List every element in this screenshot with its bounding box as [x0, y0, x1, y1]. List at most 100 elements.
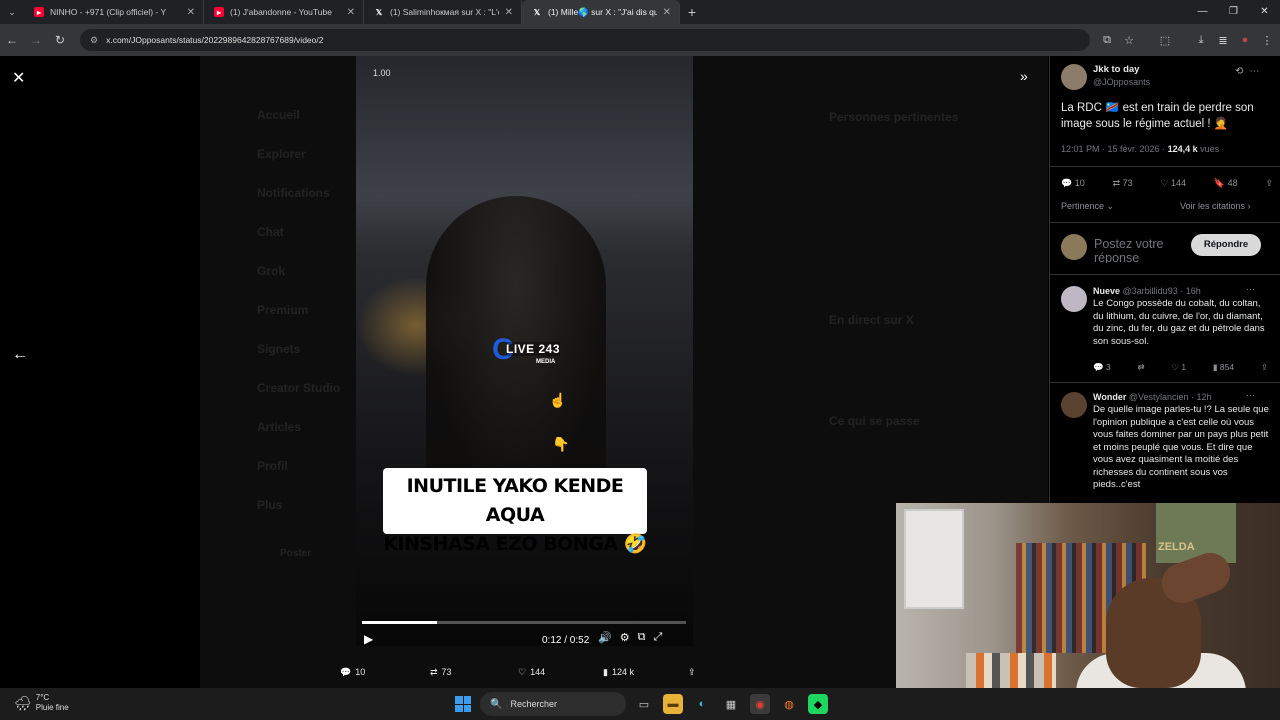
- view-quotes-link[interactable]: Voir les citations ›: [1180, 201, 1251, 211]
- bookmark-star-icon[interactable]: ☆: [1118, 34, 1140, 47]
- avatar[interactable]: [1061, 286, 1087, 312]
- menu-dots-icon[interactable]: ⋮: [1256, 34, 1278, 47]
- logo-text: LIVE 243: [506, 342, 561, 356]
- ghost-nav-item: Explorer: [257, 147, 306, 161]
- video-caption: INUTILE YAKO KENDE AQUA KINSHASA EZO BON…: [383, 468, 647, 555]
- play-icon[interactable]: ▶: [364, 632, 373, 646]
- close-window-icon[interactable]: ✕: [1249, 0, 1280, 24]
- back-icon[interactable]: ←: [0, 33, 24, 47]
- avatar[interactable]: [1061, 64, 1087, 90]
- reply-author-handle[interactable]: @3arbillidu93 · 16h: [1123, 286, 1201, 296]
- close-tab-icon[interactable]: ✕: [347, 7, 355, 18]
- author-name[interactable]: Jkk to day: [1093, 64, 1150, 75]
- youtube-icon: ▸: [34, 7, 44, 17]
- reply-author-handle[interactable]: @Vestylancien · 12h: [1129, 392, 1212, 402]
- more-dots-icon[interactable]: ⋯: [1246, 390, 1255, 401]
- reload-icon[interactable]: ↻: [48, 33, 72, 47]
- reply-author-name[interactable]: Nueve: [1093, 286, 1120, 296]
- comment-icon: 💬: [340, 666, 352, 677]
- video-progress-bar[interactable]: [362, 621, 686, 624]
- views-stat[interactable]: ▮ 854: [1213, 362, 1234, 373]
- reply-input[interactable]: Postez votre réponse: [1094, 237, 1194, 263]
- browser-tab-active[interactable]: 𝕏 (1) Mille🌎 sur X : "J'ai dis que ✕: [522, 0, 680, 24]
- share-action[interactable]: ⇪: [688, 664, 696, 680]
- maximize-icon[interactable]: ❐: [1218, 0, 1249, 24]
- file-explorer-icon[interactable]: ▬: [663, 694, 683, 714]
- like-action[interactable]: ♡ 144: [518, 664, 603, 680]
- more-dots-icon[interactable]: ⋯: [1249, 66, 1265, 77]
- video-player[interactable]: 1.00 C LIVE 243 MEDIA ☝ 👇 INUTILE YAKO K…: [356, 56, 693, 646]
- install-app-icon[interactable]: ⧉: [1096, 34, 1118, 47]
- profile-avatar[interactable]: ●: [1234, 34, 1256, 46]
- windows-start-icon[interactable]: [455, 696, 471, 712]
- divider: [1050, 382, 1280, 383]
- repost-stat[interactable]: ⇄: [1137, 362, 1144, 373]
- task-view-icon[interactable]: ▭: [634, 694, 654, 714]
- reply-stat[interactable]: 💬 10: [1061, 178, 1085, 189]
- reply-stat[interactable]: 💬 3: [1093, 362, 1111, 373]
- caption-line: INUTILE YAKO KENDE AQUA: [406, 475, 624, 526]
- ghost-nav-item: Chat: [257, 225, 284, 239]
- webcam-window: [904, 509, 964, 609]
- avatar[interactable]: [1061, 392, 1087, 418]
- forward-icon[interactable]: →: [24, 33, 48, 47]
- new-tab-button[interactable]: +: [680, 4, 704, 20]
- settings-icon[interactable]: ⚙: [620, 631, 630, 644]
- browser-tab[interactable]: ▸ (1) J'abandonne - YouTube ✕: [204, 0, 364, 24]
- browser-tab[interactable]: 𝕏 (1) Saliminhокмая sur X : "L'exi ✕: [364, 0, 522, 24]
- bookmark-count: 48: [1227, 178, 1238, 188]
- taskbar-search[interactable]: 🔍 Rechercher: [480, 692, 626, 716]
- picture-in-picture-icon[interactable]: ⧉: [638, 631, 646, 644]
- extensions-icon[interactable]: ⬚: [1154, 34, 1176, 47]
- fullscreen-icon[interactable]: ⤢: [653, 631, 662, 644]
- reply-tweet[interactable]: Nueve @3arbillidu93 · 16h ⋯ Le Congo pos…: [1061, 284, 1273, 376]
- ghost-nav-item: Creator Studio: [257, 381, 341, 395]
- reply-tweet[interactable]: Wonder @Vestylancien · 12h ⋯ De quelle i…: [1061, 390, 1273, 502]
- edge-icon[interactable]: ◐: [692, 694, 712, 714]
- share-icon[interactable]: ⇪: [1265, 178, 1273, 189]
- previous-media-icon[interactable]: ←: [12, 346, 28, 364]
- tweet-author[interactable]: Jkk to day @JOpposants: [1061, 64, 1150, 90]
- share-icon[interactable]: ⇪: [1261, 362, 1268, 373]
- volume-icon[interactable]: 🔊: [598, 631, 612, 644]
- firefox-icon[interactable]: ◍: [779, 694, 799, 714]
- close-tab-icon[interactable]: ✕: [663, 7, 671, 18]
- views-count: 854: [1219, 362, 1235, 372]
- bookmark-stat[interactable]: 🔖 48: [1214, 178, 1238, 189]
- chrome-icon[interactable]: ◉: [750, 694, 770, 714]
- repost-stat[interactable]: ⇄ 73: [1113, 178, 1133, 189]
- weather-widget[interactable]: 🌧 7°C Pluie fine: [14, 693, 69, 713]
- reading-list-icon[interactable]: ≣: [1212, 34, 1234, 47]
- store-icon[interactable]: ▦: [721, 694, 741, 714]
- repost-action[interactable]: ⇄ 73: [430, 664, 518, 680]
- logo-subtext: MEDIA: [536, 359, 556, 365]
- grok-icon[interactable]: ⟲: [1235, 66, 1249, 77]
- reply-action[interactable]: 💬 10: [340, 664, 430, 680]
- sort-dropdown[interactable]: Pertinence ⌄: [1061, 201, 1114, 212]
- tweet-timestamp[interactable]: 12:01 PM · 15 févr. 2026 ·: [1061, 144, 1168, 154]
- browser-tab[interactable]: ▸ NINHO - +971 (Clip officiel) - Y ✕: [24, 0, 204, 24]
- x-logo-icon: 𝕏: [533, 7, 541, 17]
- poster-text: ZELDA: [1158, 541, 1195, 553]
- address-bar[interactable]: ⚙ x.com/JOpposants/status/20229896428287…: [80, 29, 1090, 51]
- app-icon[interactable]: ◆: [808, 694, 828, 714]
- expand-panel-icon[interactable]: »: [1020, 68, 1028, 84]
- video-time: 0:12 / 0:52: [542, 635, 590, 646]
- close-tab-icon[interactable]: ✕: [505, 7, 513, 18]
- views-action[interactable]: ▮ 124 k: [603, 664, 688, 680]
- like-stat[interactable]: ♡ 144: [1160, 178, 1186, 189]
- minimize-icon[interactable]: —: [1187, 0, 1218, 24]
- url-text: x.com/JOpposants/status/2022989642828767…: [106, 35, 324, 45]
- x-logo-icon: 𝕏: [375, 7, 383, 17]
- more-dots-icon[interactable]: ⋯: [1246, 284, 1255, 295]
- close-viewer-icon[interactable]: ✕: [12, 68, 25, 88]
- site-info-icon[interactable]: ⚙: [90, 35, 98, 46]
- close-tab-icon[interactable]: ✕: [187, 7, 195, 18]
- reply-author-name[interactable]: Wonder: [1093, 392, 1126, 402]
- tab-list-button[interactable]: ⌄: [0, 0, 24, 24]
- author-handle[interactable]: @JOpposants: [1093, 77, 1150, 87]
- like-stat[interactable]: ♡ 1: [1171, 362, 1186, 373]
- reply-button[interactable]: Répondre: [1191, 234, 1261, 256]
- youtube-icon: ▸: [214, 7, 224, 17]
- download-icon[interactable]: ⤓: [1190, 34, 1212, 47]
